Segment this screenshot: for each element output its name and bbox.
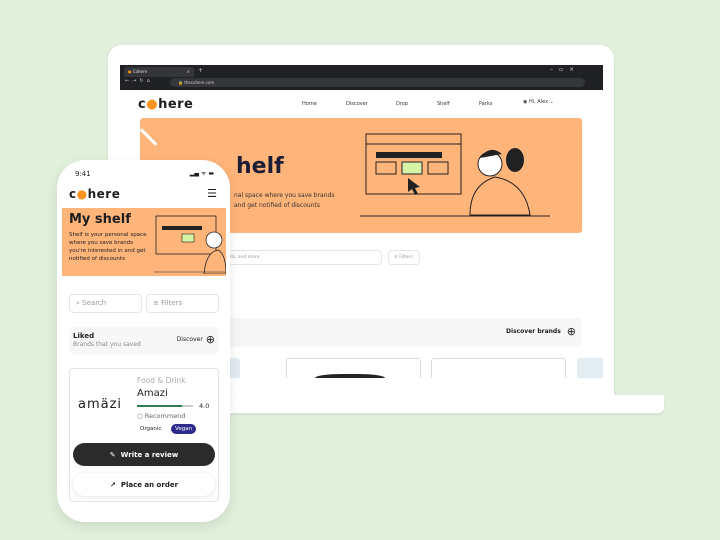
place-order-label: Place an order: [120, 480, 179, 489]
hamburger-menu-icon[interactable]: ☰: [207, 187, 217, 200]
url-text: thecohere.com: [184, 80, 215, 85]
tag-organic: Organic: [140, 426, 162, 432]
nav-buttons-icon[interactable]: ←→↻⌂: [125, 78, 153, 84]
status-icons: ▂▄ ᯤ ▬: [189, 170, 214, 177]
filters-button[interactable]: ≡ Filters: [388, 250, 420, 265]
write-review-button[interactable]: ✎ Write a review: [73, 443, 215, 466]
search-placeholder: Search: [82, 299, 107, 307]
nav-parks[interactable]: Parks: [479, 101, 519, 107]
illustration-person-browsing: [154, 215, 226, 274]
brand-card[interactable]: [286, 358, 421, 378]
user-icon: ◉: [523, 99, 528, 105]
brand-card[interactable]: [577, 358, 603, 378]
phone-banner-description: Shelf is your personal space where you s…: [69, 232, 147, 262]
rating-value: 4.0: [199, 402, 210, 410]
nav-shelf[interactable]: Shelf: [437, 101, 479, 107]
phone-search-input[interactable]: ⌕ Search: [69, 294, 142, 313]
brand-logo: amäzi: [78, 397, 123, 412]
brand-name: Amazi: [137, 388, 168, 399]
sparkle-decoration: [139, 128, 158, 146]
recommend-label: Recommend: [144, 412, 186, 420]
logo[interactable]: c●here: [138, 97, 193, 112]
search-icon: ⌕: [76, 299, 80, 307]
plus-circle-icon: ⊕: [566, 325, 576, 338]
rating-bar: [137, 405, 193, 407]
rating-bar-fill: [137, 405, 182, 407]
liked-title: Liked: [73, 332, 95, 340]
phone-logo[interactable]: c●here: [69, 187, 120, 201]
edit-icon: ✎: [109, 450, 116, 459]
phone-frame: 9:41 ▂▄ ᯤ ▬ c●here ☰ My shelf Shelf is y…: [57, 160, 230, 522]
discover-button[interactable]: Discover ⊕: [177, 333, 215, 346]
phone-shelf-banner: My shelf Shelf is your personal space wh…: [62, 208, 226, 276]
new-tab-icon[interactable]: +: [198, 67, 203, 74]
product-image: [315, 374, 385, 378]
external-link-icon: ↗: [109, 480, 116, 489]
browser-chrome: ● Cohere × + –▫× ←→↻⌂ 🔒 thecohere.com: [120, 65, 603, 90]
filters-label: Filters: [161, 299, 183, 307]
tab-title: Cohere: [132, 69, 148, 74]
discover-brands-label: Discover brands: [506, 328, 561, 335]
nav-drop[interactable]: Drop: [396, 101, 437, 107]
write-review-label: Write a review: [120, 450, 179, 459]
brand-card: amäzi Food & Drink Amazi 4.0 ○ Recommend…: [69, 368, 219, 502]
nav-home[interactable]: Home: [302, 101, 346, 107]
window-controls[interactable]: –▫×: [550, 66, 580, 73]
tag-vegan: Vegan: [171, 424, 197, 434]
brand-category: Food & Drink: [137, 376, 186, 385]
illustration-person-browsing: [360, 133, 550, 217]
address-bar[interactable]: 🔒 thecohere.com: [170, 78, 585, 87]
discover-brands-button[interactable]: Discover brands ⊕: [506, 325, 576, 338]
banner-description: nal space where you save brands and get n…: [234, 192, 335, 209]
liked-subtitle: Brands that you saved: [73, 341, 141, 348]
phone-filters-button[interactable]: ≡ Filters: [146, 294, 219, 313]
filters-label: Filters: [399, 255, 413, 260]
status-time: 9:41: [75, 170, 91, 178]
liked-section: Liked Brands that you saved Discover ⊕: [69, 327, 219, 355]
search-input[interactable]: nds, and more: [220, 250, 382, 265]
place-order-button[interactable]: ↗ Place an order: [73, 473, 215, 496]
discover-label: Discover: [176, 336, 203, 343]
brand-card[interactable]: [431, 358, 566, 378]
phone-banner-title: My shelf: [69, 212, 131, 227]
plus-circle-icon: ⊕: [205, 333, 215, 346]
banner-title: helf: [236, 154, 284, 179]
recommend-checkbox[interactable]: ○ Recommend: [137, 412, 185, 420]
filter-icon: ≡: [153, 299, 159, 307]
user-menu[interactable]: ◉ Hi, Alex ⌄: [523, 99, 554, 105]
user-name: Hi, Alex: [528, 99, 549, 105]
filter-icon: ≡: [394, 255, 398, 260]
browser-tab[interactable]: ● Cohere ×: [124, 67, 194, 77]
nav-discover[interactable]: Discover: [346, 101, 396, 107]
main-nav: Home Discover Drop Shelf Parks: [302, 101, 519, 107]
